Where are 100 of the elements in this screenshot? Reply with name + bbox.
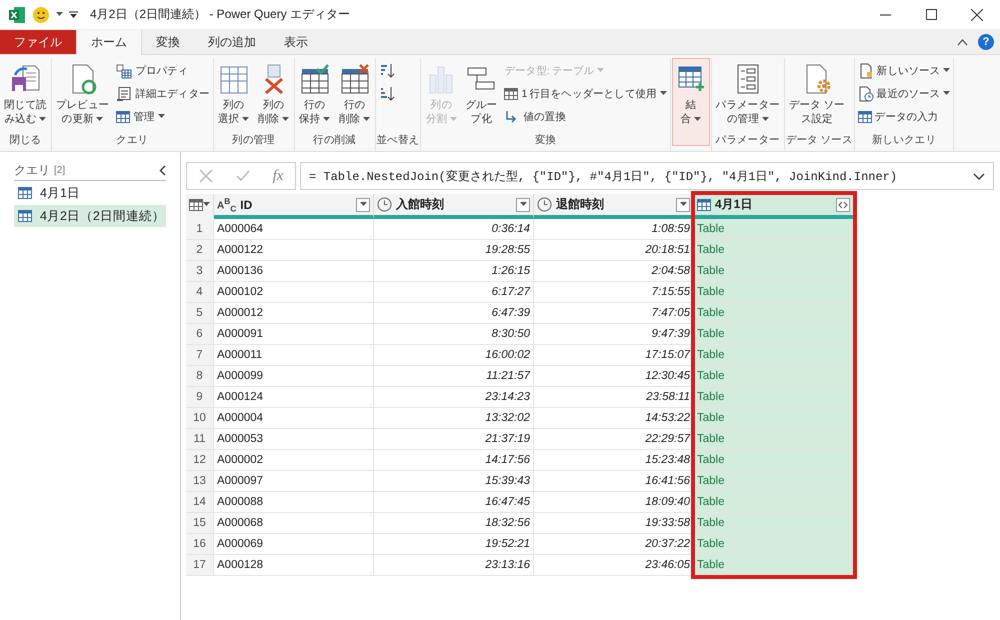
expand-column-button[interactable] [836,198,850,212]
minimize-icon[interactable] [880,14,890,16]
table-cell: 14:17:56 [374,450,534,471]
table-link[interactable]: Table [694,261,854,282]
document-clock-icon [858,86,874,102]
excel-logo-icon [8,6,26,24]
ribbon-button[interactable]: 行の 保持 [296,58,334,128]
help-button[interactable]: ? [978,34,994,50]
checkmark-icon[interactable] [236,170,250,182]
ribbon-button[interactable]: 閉じて読 み込む [1,58,50,128]
column-header[interactable]: 入館時刻 [374,194,534,219]
group-label: 新しいクエリ [872,133,936,148]
collapse-ribbon-icon[interactable] [957,38,968,46]
query-item[interactable]: 4月1日 [14,182,166,204]
ribbon-button[interactable]: 管理 [114,106,212,127]
table-link[interactable]: Table [694,366,854,387]
maximize-icon[interactable] [926,9,936,20]
ribbon-tab[interactable]: ホーム [76,30,142,55]
ribbon-button[interactable]: パラメーター の管理 [712,58,783,128]
filter-button[interactable] [676,198,690,212]
ribbon-button[interactable]: 列の 削除 [254,58,293,128]
row-number: 12 [186,450,214,471]
table-link[interactable]: Table [694,513,854,534]
table-link[interactable]: Table [694,240,854,261]
keep-rows-icon [298,63,331,95]
column-name: 入館時刻 [396,196,445,213]
ribbon-button[interactable]: 1 行目をヘッダーとして使用 [502,83,669,104]
group-label: 変換 [534,133,556,148]
row-number: 15 [186,513,214,534]
table-menu-button[interactable] [186,194,214,219]
column-header[interactable]: 4月1日 [694,194,854,219]
table-link[interactable]: Table [694,219,854,240]
table-link[interactable]: Table [694,450,854,471]
ribbon-button[interactable]: プロパティ [114,60,212,81]
table-cell: 19:52:21 [374,534,534,555]
table-link[interactable]: Table [694,345,854,366]
table-link[interactable]: Table [694,555,854,576]
table-cell: A000053 [214,429,374,450]
new-document-icon [858,62,874,78]
table-cell: A000097 [214,471,374,492]
column-name: 退館時刻 [556,196,605,213]
group-label: 並べ替え [376,133,420,148]
table-cell: 15:39:43 [374,471,534,492]
table-link[interactable]: Table [694,282,854,303]
caret-icon [694,117,701,122]
ribbon-button[interactable]: 最近のソース [856,83,952,104]
caret-icon [943,68,950,73]
table-icon [116,110,130,122]
collapse-icon[interactable] [159,165,166,176]
table-cell: 16:47:45 [374,492,534,513]
ribbon-button[interactable]: 詳細エディター [114,83,212,104]
table-link[interactable]: Table [694,492,854,513]
row-number: 10 [186,408,214,429]
ribbon-button[interactable]: 列の 選択 [214,58,253,128]
ribbon-button[interactable]: プレビュー の更新 [52,58,112,128]
table-link[interactable]: Table [694,471,854,492]
query-item[interactable]: 4月2日（2日間連続） [14,205,166,227]
table-link[interactable]: Table [694,534,854,555]
ribbon-button[interactable]: 結 合 [672,58,710,146]
group-label: パラメーター [716,133,780,148]
table-cell: A000088 [214,492,374,513]
column-header[interactable]: 退館時刻 [534,194,694,219]
column-name: ID [240,198,254,212]
table-link[interactable]: Table [694,387,854,408]
filter-button[interactable] [516,198,530,212]
filter-button[interactable] [356,198,370,212]
ribbon-button[interactable]: 値の置換 [502,106,669,127]
table-link[interactable]: Table [694,408,854,429]
caret-icon [203,202,210,207]
window-title: 4月2日（2日間連続） - Power Query エディター [90,6,350,23]
table-link[interactable]: Table [694,303,854,324]
ribbon-tab[interactable]: 変換 [142,30,194,54]
table-cell: 0:36:14 [374,219,534,240]
table-link[interactable]: Table [694,324,854,345]
query-count: [2] [54,165,66,176]
ribbon-tab[interactable]: 表示 [270,30,322,54]
ribbon-button[interactable]: データの入力 [856,106,952,127]
row-number: 1 [186,219,214,240]
smiley-icon[interactable] [32,6,50,24]
group-label: 列の管理 [232,133,275,148]
close-icon[interactable] [971,8,983,20]
row-number: 6 [186,324,214,345]
delete-rows-icon [338,63,371,95]
table-cell: 16:00:02 [374,345,534,366]
customize-toolbar-icon[interactable] [69,10,78,18]
ribbon-tab[interactable]: 列の追加 [194,30,270,54]
ribbon-button[interactable]: 新しいソース [856,60,952,81]
table-link[interactable]: Table [694,429,854,450]
ribbon-button[interactable]: 行の 削除 [336,58,374,128]
ribbon-button[interactable]: グルー プ化 [462,58,500,128]
caret-icon [158,114,165,119]
column-header[interactable]: A$^{B}$$_{C}$ ID [214,194,374,219]
ribbon-button[interactable]: データ ソー ス設定 [786,58,848,128]
expand-icon[interactable] [973,172,985,180]
table-cell: 13:32:02 [374,408,534,429]
table-cell: 6:47:39 [374,303,534,324]
file-tab[interactable]: ファイル [0,30,76,54]
formula-field[interactable]: = Table.NestedJoin(変更された型, {"ID"}, #"4月1日", {"ID"}, "4月1日", JoinKind.Inner) [300,162,994,190]
query-name: 4月2日（2日間連続） [40,208,165,224]
table-cell: A000012 [214,303,374,324]
